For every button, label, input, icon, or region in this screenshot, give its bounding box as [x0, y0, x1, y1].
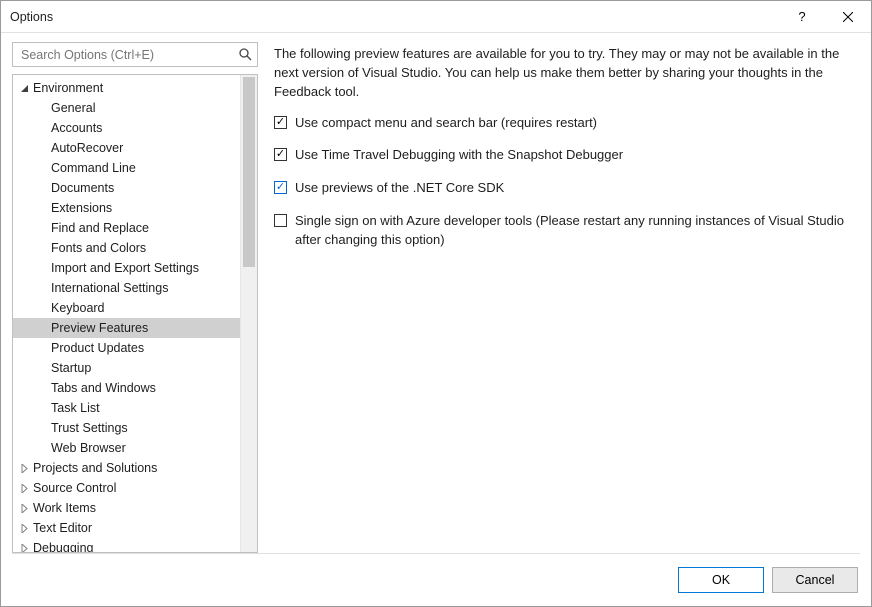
tree-label: General	[51, 101, 95, 115]
tree-label: Find and Replace	[51, 221, 149, 235]
checkbox[interactable]	[274, 148, 287, 161]
chevron-right-icon	[18, 482, 31, 495]
tree-label: Web Browser	[51, 441, 126, 455]
tree-item[interactable]: Text Editor	[13, 518, 240, 538]
tree-label: Trust Settings	[51, 421, 128, 435]
option-row: Use compact menu and search bar (require…	[274, 114, 858, 133]
tree-item-environment[interactable]: Environment	[13, 78, 240, 98]
tree-item[interactable]: Fonts and Colors	[13, 238, 240, 258]
tree-item[interactable]: International Settings	[13, 278, 240, 298]
search-input[interactable]	[19, 47, 237, 63]
tree-item[interactable]: Find and Replace	[13, 218, 240, 238]
checkbox[interactable]	[274, 116, 287, 129]
tree-item[interactable]: Accounts	[13, 118, 240, 138]
chevron-right-icon	[18, 542, 31, 553]
help-button[interactable]: ?	[779, 1, 825, 32]
chevron-right-icon	[18, 502, 31, 515]
tree-item[interactable]: Import and Export Settings	[13, 258, 240, 278]
intro-text: The following preview features are avail…	[274, 45, 858, 102]
tree-label: International Settings	[51, 281, 168, 295]
tree-item[interactable]: Extensions	[13, 198, 240, 218]
tree-label: Debugging	[33, 541, 93, 552]
tree-item[interactable]: Tabs and Windows	[13, 378, 240, 398]
close-button[interactable]	[825, 1, 871, 32]
tree-item[interactable]: Keyboard	[13, 298, 240, 318]
tree-label: Tabs and Windows	[51, 381, 156, 395]
tree-item[interactable]: Preview Features	[13, 318, 240, 338]
dialog-footer: OK Cancel	[1, 554, 871, 606]
tree-item[interactable]: Product Updates	[13, 338, 240, 358]
search-field[interactable]	[12, 42, 258, 67]
tree-item[interactable]: Documents	[13, 178, 240, 198]
option-row: Use Time Travel Debugging with the Snaps…	[274, 146, 858, 165]
tree-label: Source Control	[33, 481, 116, 495]
nav-tree: Environment General Accounts AutoRecover Com…	[12, 74, 258, 553]
tree-item[interactable]: Projects and Solutions	[13, 458, 240, 478]
checkbox[interactable]	[274, 214, 287, 227]
tree-label: Text Editor	[33, 521, 92, 535]
chevron-right-icon	[18, 462, 31, 475]
tree-label: Environment	[33, 81, 103, 95]
tree-item[interactable]: Startup	[13, 358, 240, 378]
tree-label: Keyboard	[51, 301, 105, 315]
tree-label: Extensions	[51, 201, 112, 215]
tree-label: Product Updates	[51, 341, 144, 355]
tree-label: Accounts	[51, 121, 102, 135]
tree-label: Work Items	[33, 501, 96, 515]
checkbox[interactable]	[274, 181, 287, 194]
tree-item[interactable]: Trust Settings	[13, 418, 240, 438]
ok-button[interactable]: OK	[678, 567, 764, 593]
chevron-right-icon	[18, 522, 31, 535]
tree-label: Command Line	[51, 161, 136, 175]
tree-item[interactable]: Task List	[13, 398, 240, 418]
tree-label: Task List	[51, 401, 100, 415]
search-icon	[237, 48, 253, 61]
titlebar: Options ?	[1, 1, 871, 33]
tree-label: Documents	[51, 181, 114, 195]
close-icon	[843, 12, 853, 22]
option-row: Use previews of the .NET Core SDK	[274, 179, 858, 198]
cancel-button[interactable]: Cancel	[772, 567, 858, 593]
tree-label: Import and Export Settings	[51, 261, 199, 275]
tree-item[interactable]: Web Browser	[13, 438, 240, 458]
tree-label: AutoRecover	[51, 141, 123, 155]
tree-item[interactable]: General	[13, 98, 240, 118]
option-label: Use Time Travel Debugging with the Snaps…	[295, 146, 623, 165]
tree-item[interactable]: Debugging	[13, 538, 240, 552]
window-title: Options	[10, 10, 53, 24]
tree-label: Preview Features	[51, 321, 148, 335]
option-label: Single sign on with Azure developer tool…	[295, 212, 858, 250]
option-label: Use previews of the .NET Core SDK	[295, 179, 504, 198]
option-row: Single sign on with Azure developer tool…	[274, 212, 858, 250]
scrollbar-thumb[interactable]	[243, 77, 255, 267]
help-icon: ?	[798, 9, 805, 24]
options-dialog: Options ? Environmen	[0, 0, 872, 607]
tree-item[interactable]: Work Items	[13, 498, 240, 518]
tree-item[interactable]: AutoRecover	[13, 138, 240, 158]
tree-item[interactable]: Command Line	[13, 158, 240, 178]
chevron-down-icon	[18, 82, 31, 95]
tree-label: Startup	[51, 361, 91, 375]
tree-scrollbar[interactable]	[240, 75, 257, 552]
option-label: Use compact menu and search bar (require…	[295, 114, 597, 133]
tree-label: Projects and Solutions	[33, 461, 157, 475]
tree-item[interactable]: Source Control	[13, 478, 240, 498]
tree-label: Fonts and Colors	[51, 241, 146, 255]
